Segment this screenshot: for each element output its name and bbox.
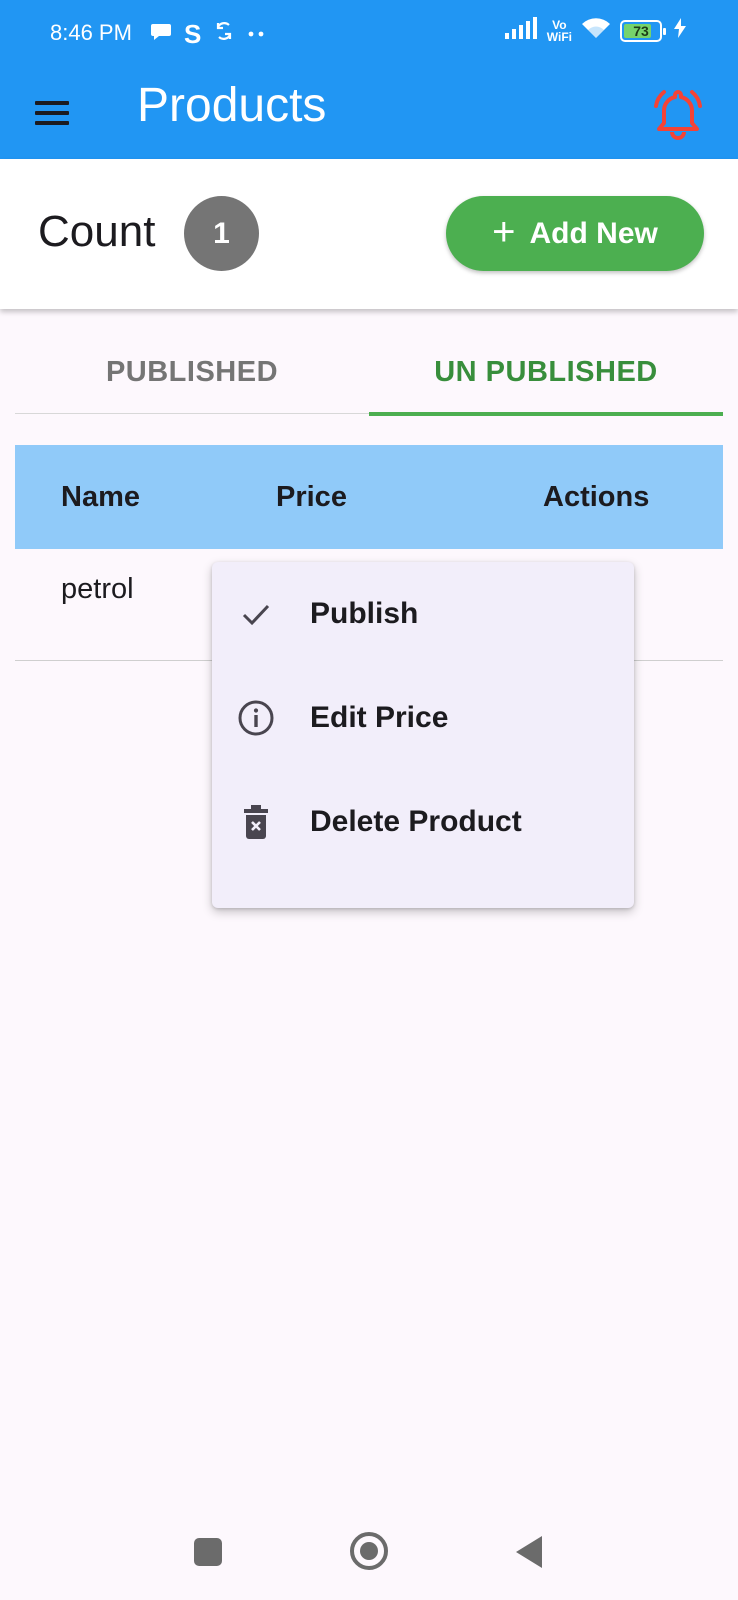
page-title: Products <box>137 79 327 132</box>
tab-bar: PUBLISHED UN PUBLISHED <box>15 330 723 416</box>
info-icon <box>236 698 276 738</box>
wifi-icon <box>580 16 612 45</box>
menu-item-label: Delete Product <box>310 805 522 838</box>
menu-item-delete-product[interactable]: Delete Product <box>212 770 634 874</box>
plus-icon: + <box>492 209 516 254</box>
column-header-actions: Actions <box>543 481 650 513</box>
tab-unpublished[interactable]: UN PUBLISHED <box>369 330 723 416</box>
count-badge: 1 <box>184 196 259 271</box>
charging-icon <box>674 18 686 43</box>
home-icon[interactable] <box>350 1532 388 1570</box>
battery-level: 73 <box>633 22 649 39</box>
battery-icon: 73 <box>620 19 666 42</box>
status-notification-icons: S <box>150 19 267 48</box>
app-bar: Products <box>0 66 738 159</box>
actions-popup-menu: Publish Edit Price Delete Product <box>212 562 634 908</box>
system-nav-bar <box>0 1508 738 1600</box>
count-label: Count <box>38 207 156 256</box>
add-new-label: Add New <box>529 216 658 250</box>
column-header-price: Price <box>276 481 347 513</box>
status-bar: 8:46 PM S Vo WiFi 73 <box>0 0 738 66</box>
recents-icon[interactable] <box>194 1538 222 1566</box>
column-header-name: Name <box>61 481 140 513</box>
signal-icon <box>504 17 539 44</box>
product-name-cell: petrol <box>61 573 134 605</box>
tab-published[interactable]: PUBLISHED <box>15 330 369 414</box>
trash-icon <box>236 802 276 842</box>
status-system-icons: Vo WiFi 73 <box>504 16 686 45</box>
status-time: 8:46 PM <box>50 20 132 45</box>
vowifi-icon: Vo WiFi <box>547 19 572 43</box>
summary-bar: Count 1 + Add New <box>0 159 738 309</box>
menu-item-edit-price[interactable]: Edit Price <box>212 666 634 770</box>
hamburger-menu-icon[interactable] <box>28 91 76 135</box>
menu-item-label: Edit Price <box>310 701 449 734</box>
s-app-icon: S <box>184 18 202 49</box>
back-icon[interactable] <box>516 1536 542 1568</box>
vowifi-wifi: WiFi <box>546 29 572 44</box>
table-header: Name Price Actions <box>15 445 723 549</box>
more-dots-icon <box>247 25 267 43</box>
menu-item-publish[interactable]: Publish <box>212 562 634 666</box>
check-icon <box>236 594 276 634</box>
chat-bubble-icon <box>150 20 172 47</box>
ringing-bell-icon[interactable] <box>648 84 708 144</box>
sync-icon <box>213 19 235 48</box>
menu-item-label: Publish <box>310 597 419 630</box>
add-new-button[interactable]: + Add New <box>446 196 704 271</box>
